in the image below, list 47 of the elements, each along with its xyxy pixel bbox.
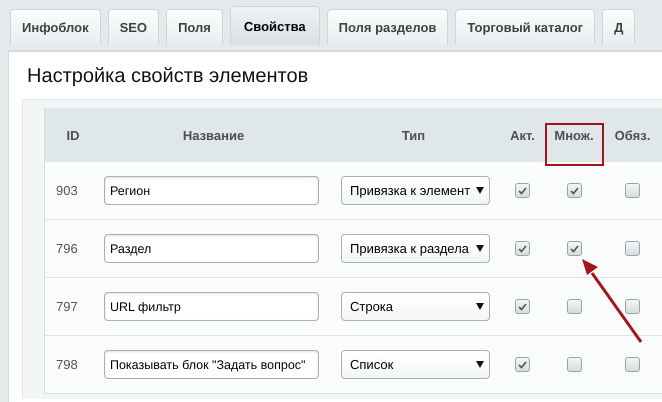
tab[interactable]: Д xyxy=(602,9,636,45)
tab[interactable]: SEO xyxy=(108,9,160,45)
id-text: 903 xyxy=(56,183,78,198)
tab[interactable]: Поля xyxy=(166,9,223,45)
active-checkbox[interactable] xyxy=(515,357,530,372)
check-icon xyxy=(518,186,527,194)
active-checkbox[interactable] xyxy=(515,183,530,198)
required-checkbox[interactable] xyxy=(625,183,640,198)
tab[interactable]: Инфоблок xyxy=(10,9,101,45)
check-icon xyxy=(518,360,527,368)
type-dropdown[interactable]: Привязка к элемент xyxy=(341,176,490,205)
id-text: 797 xyxy=(56,299,78,314)
name-field[interactable]: Регион xyxy=(104,176,319,205)
check-icon xyxy=(518,244,527,252)
type-dropdown[interactable]: Список xyxy=(341,350,490,379)
id-text: 796 xyxy=(56,241,78,256)
caret-icon xyxy=(476,187,484,194)
active-checkbox[interactable] xyxy=(515,241,530,256)
caret-icon xyxy=(476,361,484,368)
column-header: ID xyxy=(45,108,101,162)
required-checkbox[interactable] xyxy=(625,299,640,314)
type-dropdown[interactable]: Строка xyxy=(341,292,490,321)
multiple-checkbox[interactable] xyxy=(566,241,582,256)
column-header: Тип xyxy=(326,108,501,162)
column-header: Акт. xyxy=(501,108,544,162)
required-checkbox[interactable] xyxy=(625,241,640,256)
caret-icon xyxy=(476,245,484,252)
check-icon xyxy=(518,302,527,310)
active-checkbox[interactable] xyxy=(515,299,530,314)
name-field[interactable]: Раздел xyxy=(104,234,319,263)
multiple-checkbox[interactable] xyxy=(566,183,582,198)
tab[interactable]: Свойства xyxy=(230,6,320,45)
check-icon xyxy=(570,186,578,194)
name-field[interactable]: URL фильтр xyxy=(104,292,319,321)
check-icon xyxy=(570,244,578,252)
tab[interactable]: Торговый каталог xyxy=(455,9,596,45)
column-header: Название xyxy=(101,108,326,162)
section-title: Настройка свойств элементов xyxy=(27,65,308,87)
type-dropdown[interactable]: Привязка к раздела xyxy=(341,234,490,263)
multiple-checkbox[interactable] xyxy=(566,299,582,314)
multiple-checkbox[interactable] xyxy=(566,357,582,372)
tab[interactable]: Поля разделов xyxy=(326,9,448,45)
id-text: 798 xyxy=(56,357,78,372)
name-field[interactable]: Показывать блок "Задать вопрос" xyxy=(104,350,319,379)
required-checkbox[interactable] xyxy=(625,357,640,372)
caret-icon xyxy=(476,303,484,310)
column-header: Обяз. xyxy=(604,108,661,162)
